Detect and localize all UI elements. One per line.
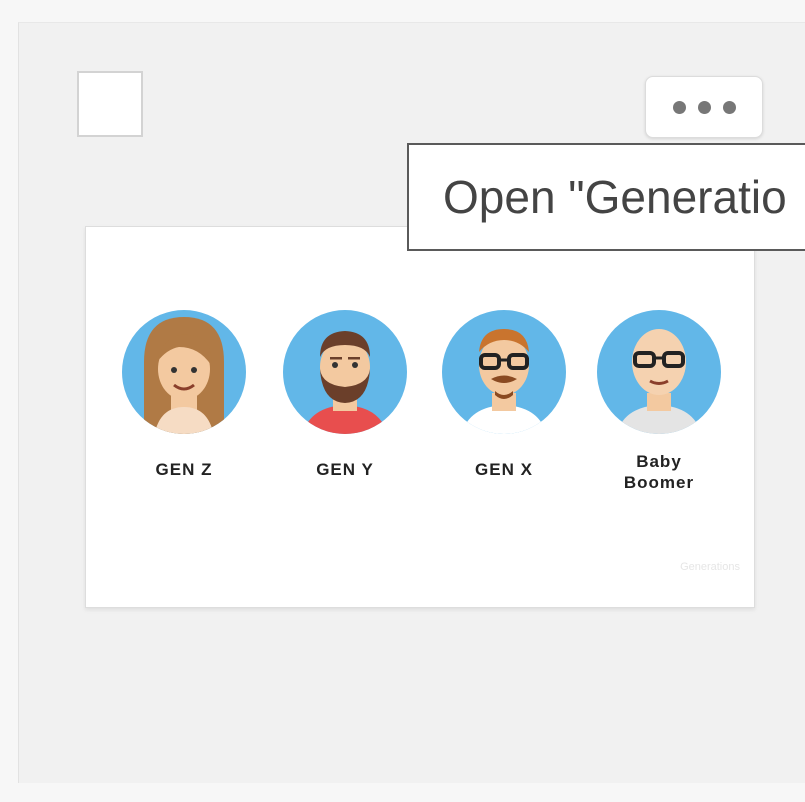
person-label: GEN Z [155,460,213,479]
select-checkbox[interactable] [77,71,143,137]
person-gen-z: GEN Z [116,307,252,480]
person-label: GEN X [475,460,533,479]
female-long-hair-avatar [122,310,246,434]
person-gen-y: GEN Y [277,307,413,480]
more-options-button[interactable] [645,76,763,138]
ellipsis-icon [697,100,711,114]
file-thumbnail[interactable]: GEN Z GEN Y GEN X Baby Boomer Generation… [85,226,755,608]
open-file-tooltip: Open "Generatio [407,143,805,251]
person-baby-boomer: Baby Boomer [591,307,727,493]
person-label: GEN Y [316,460,374,479]
bald-man-glasses-avatar [597,310,721,434]
person-gen-x: GEN X [436,307,572,480]
bearded-man-avatar [283,310,407,434]
thumbnail-watermark: Generations [680,561,740,573]
person-label: Baby Boomer [623,452,695,492]
man-glasses-mustache-avatar [442,310,566,434]
ellipsis-icon [722,100,736,114]
ellipsis-icon [672,100,686,114]
